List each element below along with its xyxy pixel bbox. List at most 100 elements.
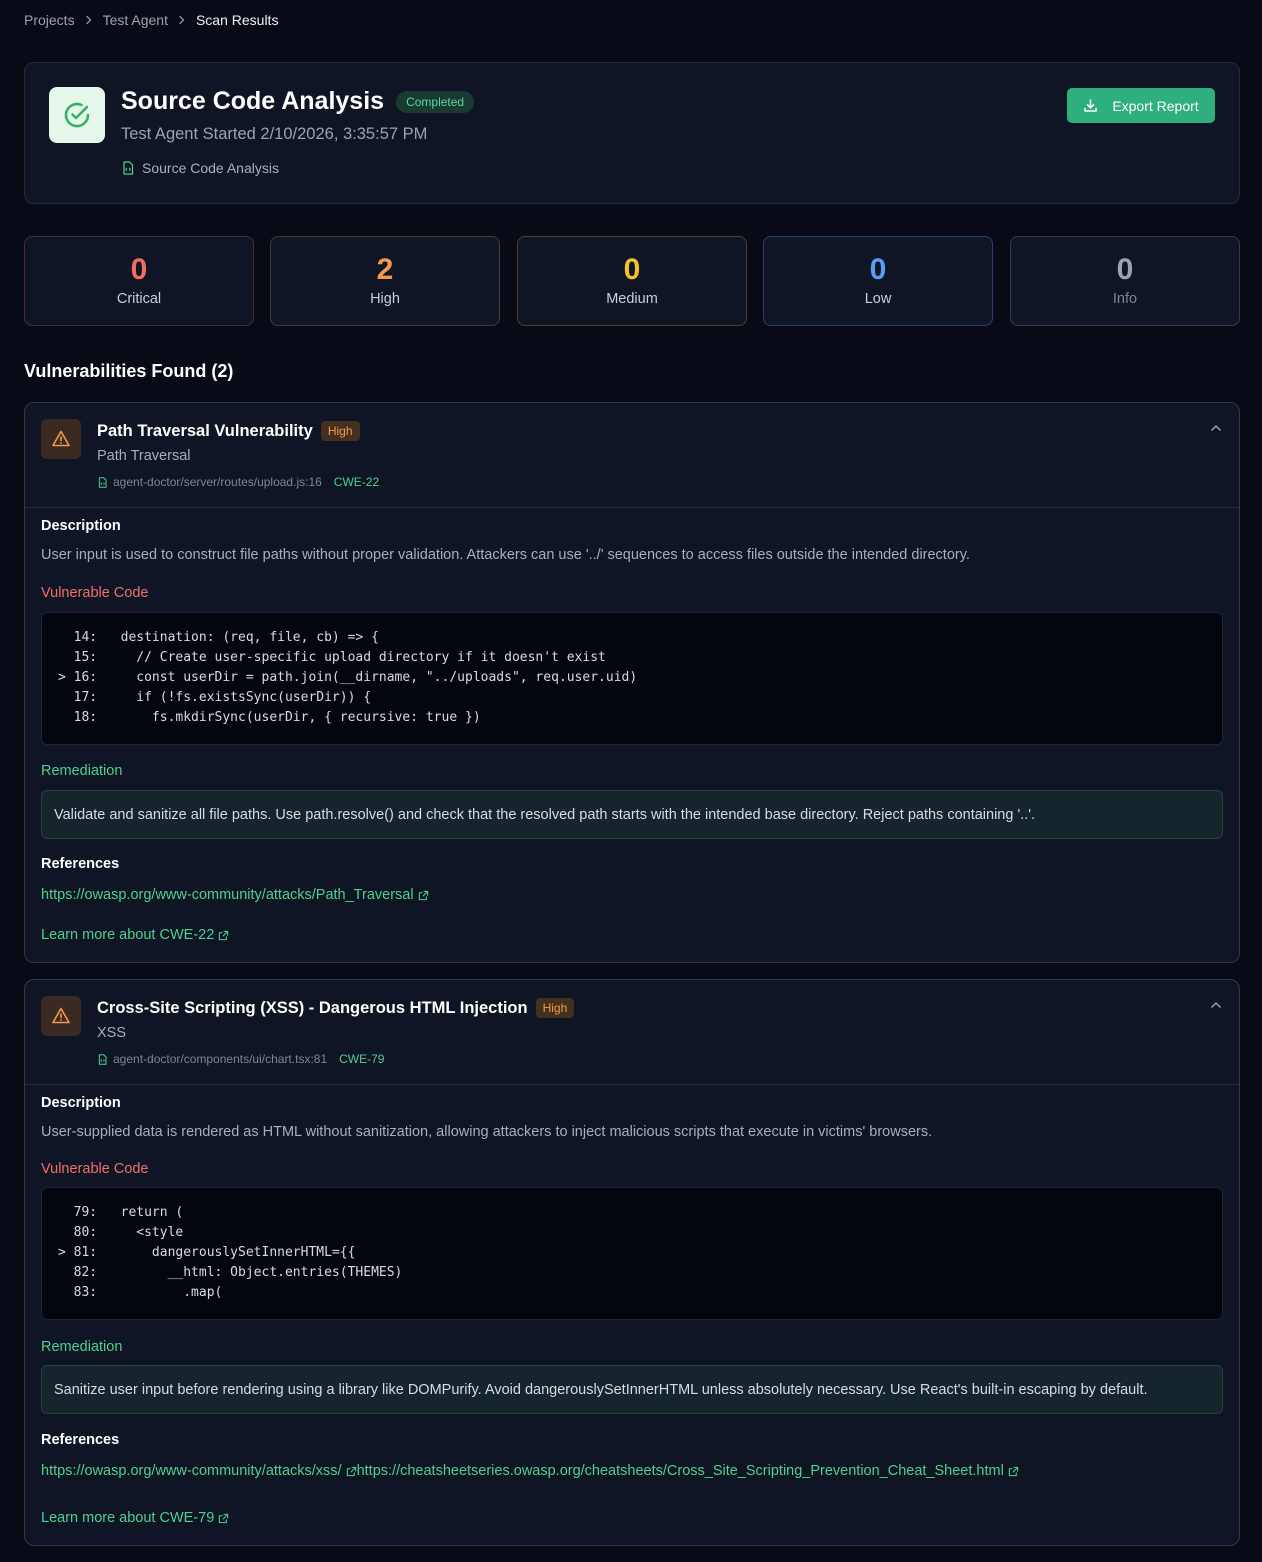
vulnerability-header[interactable]: Cross-Site Scripting (XSS) - Dangerous H… — [25, 980, 1239, 1085]
references-list: https://owasp.org/www-community/attacks/… — [41, 887, 429, 903]
references-list: https://owasp.org/www-community/attacks/… — [41, 1463, 1019, 1479]
download-icon — [1084, 99, 1098, 112]
vulnerability-header[interactable]: Path Traversal Vulnerability High Path T… — [25, 403, 1239, 508]
vulnerability-title: Cross-Site Scripting (XSS) - Dangerous H… — [97, 998, 575, 1018]
code-block: 79: return ( 80: <style > 81: dangerousl… — [41, 1187, 1223, 1320]
external-link-icon — [219, 930, 229, 940]
file-code-icon — [98, 476, 107, 488]
vulnerability-title-text: Path Traversal Vulnerability — [97, 421, 313, 440]
references-label: References — [41, 1432, 120, 1448]
vulnerability-title: Path Traversal Vulnerability High — [97, 421, 360, 441]
code-line: 17: if (!fs.existsSync(userDir)) { — [58, 690, 372, 705]
chevron-right-icon — [75, 15, 103, 25]
vulnerability-location: agent-doctor/server/routes/upload.js:16 … — [97, 475, 379, 489]
breadcrumb-scan-results: Scan Results — [195, 12, 279, 28]
stat-label: Critical — [116, 291, 162, 307]
vulnerability-category: Path Traversal — [97, 448, 191, 464]
code-line: 82: __html: Object.entries(THEMES) — [58, 1265, 403, 1280]
scan-type: Source Code Analysis — [121, 160, 279, 176]
chevron-up-icon[interactable] — [1209, 998, 1223, 1017]
remediation-box: Validate and sanitize all file paths. Us… — [41, 790, 1223, 839]
references-label: References — [41, 856, 120, 872]
severity-stats: 0 Critical 2 High 0 Medium 0 Low 0 Info — [24, 236, 1240, 326]
reference-link-text: https://cheatsheetseries.owasp.org/cheat… — [356, 1463, 1004, 1479]
severity-badge: High — [535, 998, 575, 1018]
warning-icon — [41, 996, 81, 1036]
export-report-button[interactable]: Export Report — [1067, 88, 1215, 123]
scan-header-card: Source Code Analysis Completed Test Agen… — [24, 62, 1240, 204]
remediation-label: Remediation — [41, 763, 123, 779]
reference-link[interactable]: https://cheatsheetseries.owasp.org/cheat… — [357, 1463, 1019, 1479]
stat-count: 0 — [623, 253, 641, 286]
stat-label: Low — [864, 291, 892, 307]
code-line: 79: return ( — [58, 1205, 184, 1220]
stat-low: 0 Low — [763, 236, 993, 326]
description-text: User input is used to construct file pat… — [41, 547, 970, 563]
check-circle-icon — [49, 87, 105, 143]
file-code-icon — [98, 1053, 107, 1065]
external-link-icon — [1008, 1466, 1018, 1476]
scan-subtitle: Test Agent Started 2/10/2026, 3:35:57 PM — [121, 125, 428, 143]
severity-badge: High — [320, 421, 360, 441]
learn-more-link[interactable]: Learn more about CWE-22 — [41, 927, 229, 943]
code-block: 14: destination: (req, file, cb) => { 15… — [41, 612, 1223, 745]
external-link-icon — [418, 890, 428, 900]
code-line: 80: <style — [58, 1225, 184, 1240]
vulnerable-code-label: Vulnerable Code — [41, 585, 149, 601]
stat-critical: 0 Critical — [24, 236, 254, 326]
page-title-text: Source Code Analysis — [121, 87, 385, 115]
remediation-label: Remediation — [41, 1339, 123, 1355]
export-report-label: Export Report — [1112, 97, 1199, 114]
code-line: 18: fs.mkdirSync(userDir, { recursive: t… — [58, 710, 481, 725]
reference-link-text: https://owasp.org/www-community/attacks/… — [41, 887, 414, 903]
status-badge: Completed — [396, 90, 475, 113]
learn-more-link[interactable]: Learn more about CWE-79 — [41, 1510, 229, 1526]
learn-more-text: Learn more about CWE-79 — [41, 1510, 215, 1526]
remediation-box: Sanitize user input before rendering usi… — [41, 1365, 1223, 1414]
external-link-icon — [219, 1513, 229, 1523]
reference-link-text: https://owasp.org/www-community/attacks/… — [41, 1463, 342, 1479]
chevron-right-icon — [168, 15, 196, 25]
breadcrumb-projects[interactable]: Projects — [24, 12, 75, 28]
stat-info: 0 Info — [1010, 236, 1240, 326]
learn-more-text: Learn more about CWE-22 — [41, 927, 215, 943]
reference-link[interactable]: https://owasp.org/www-community/attacks/… — [41, 1463, 357, 1479]
file-path: agent-doctor/components/ui/chart.tsx:81 — [113, 1052, 328, 1066]
stat-medium: 0 Medium — [517, 236, 747, 326]
code-line: 14: destination: (req, file, cb) => { — [58, 630, 379, 645]
stat-count: 2 — [376, 253, 394, 286]
scan-type-label: Source Code Analysis — [142, 160, 279, 176]
stat-high: 2 High — [270, 236, 500, 326]
code-line-highlight: > 16: const userDir = path.join(__dirnam… — [58, 670, 638, 685]
stat-label: High — [370, 291, 400, 307]
stat-count: 0 — [1116, 253, 1134, 286]
code-line: 15: // Create user-specific upload direc… — [58, 650, 606, 665]
chevron-up-icon[interactable] — [1209, 421, 1223, 440]
vulnerability-card: Cross-Site Scripting (XSS) - Dangerous H… — [24, 979, 1240, 1546]
stat-label: Medium — [606, 291, 658, 307]
reference-link[interactable]: https://owasp.org/www-community/attacks/… — [41, 887, 429, 903]
vulnerable-code-label: Vulnerable Code — [41, 1161, 149, 1177]
vulnerability-title-text: Cross-Site Scripting (XSS) - Dangerous H… — [97, 998, 528, 1017]
warning-icon — [41, 419, 81, 459]
file-path: agent-doctor/server/routes/upload.js:16 — [113, 475, 322, 489]
breadcrumb: Projects Test Agent Scan Results — [24, 10, 278, 30]
external-link-icon — [346, 1466, 356, 1476]
stat-label: Info — [1112, 291, 1138, 307]
vulnerability-location: agent-doctor/components/ui/chart.tsx:81 … — [97, 1052, 384, 1066]
vulnerabilities-heading: Vulnerabilities Found (2) — [24, 361, 234, 381]
breadcrumb-test-agent[interactable]: Test Agent — [103, 12, 168, 28]
vulnerability-category: XSS — [97, 1025, 127, 1041]
cwe-id: CWE-79 — [339, 1052, 385, 1066]
stat-count: 0 — [130, 253, 148, 286]
description-label: Description — [41, 518, 121, 534]
stat-count: 0 — [869, 253, 887, 286]
vulnerability-card: Path Traversal Vulnerability High Path T… — [24, 402, 1240, 963]
code-line: 83: .map( — [58, 1285, 223, 1300]
page-title: Source Code Analysis Completed — [121, 87, 475, 116]
cwe-id: CWE-22 — [333, 475, 380, 489]
description-text: User-supplied data is rendered as HTML w… — [41, 1124, 933, 1140]
description-label: Description — [41, 1095, 121, 1111]
file-code-icon — [123, 161, 134, 175]
code-line-highlight: > 81: dangerouslySetInnerHTML={{ — [58, 1245, 356, 1260]
